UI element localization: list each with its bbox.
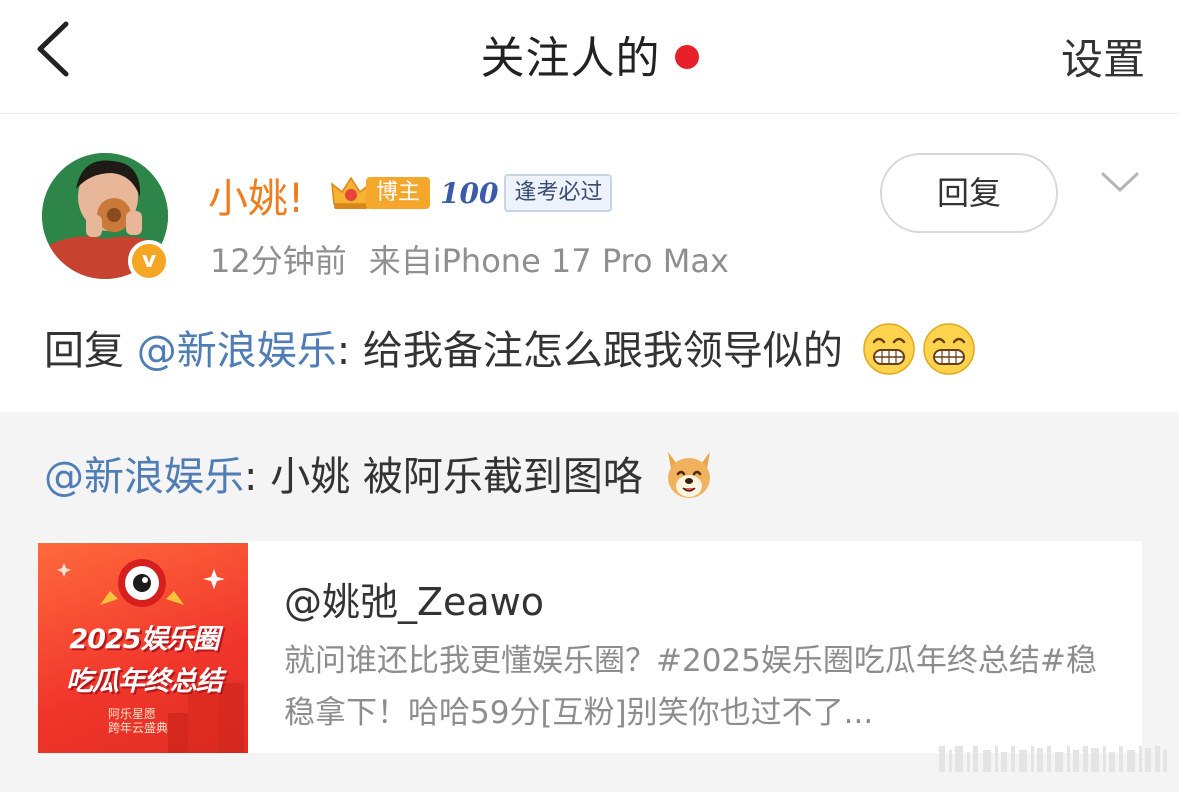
post-text: 回复 @新浪娱乐: 给我备注怎么跟我领导似的 (44, 318, 976, 380)
post-text-prefix: 回复 (44, 328, 137, 374)
chevron-down-icon[interactable] (1100, 170, 1140, 194)
thumb-title-line1: 2025娱乐圈 (69, 624, 219, 655)
watermark-barcode-icon (939, 746, 1167, 772)
repost-text: @新浪娱乐: 小姚 被阿乐截到图咯 (44, 444, 716, 506)
top-nav-bar: 关注人的 设置 (0, 0, 1179, 114)
blogger-badge-label: 博主 (366, 177, 431, 209)
thumb-subtitle-line1: 阿乐星愿 (108, 707, 157, 721)
mention-link[interactable]: @新浪娱乐 (137, 328, 337, 374)
thumb-subtitle-line2: 跨年云盛典 (108, 721, 169, 735)
thumb-subtitle: 阿乐星愿 跨年云盛典 (108, 707, 168, 735)
exam-badge-label: 逢考必过 (504, 174, 613, 212)
reply-button[interactable]: 回复 (880, 153, 1058, 233)
verified-icon: v (128, 240, 170, 282)
repost-mention-link[interactable]: @新浪娱乐 (44, 454, 244, 500)
exam-badge[interactable]: 100 逢考必过 (440, 172, 613, 214)
link-card[interactable]: 2025娱乐圈 吃瓜年终总结 阿乐星愿 跨年云盛典 @姚弛_Zeawo 就问谁还… (38, 541, 1142, 753)
page-title-label: 关注人的 (480, 33, 661, 84)
card-title: @姚弛_Zeawo (284, 580, 545, 624)
blogger-badge[interactable]: 博主 (330, 174, 431, 212)
grin-emoji-icon (922, 323, 975, 375)
card-thumbnail: 2025娱乐圈 吃瓜年终总结 阿乐星愿 跨年云盛典 (38, 543, 248, 753)
post-time: 12分钟前 (210, 242, 347, 280)
settings-button[interactable]: 设置 (1061, 26, 1145, 87)
username[interactable]: 小姚! (208, 166, 304, 224)
dog-emoji-icon (667, 452, 710, 498)
card-description: 就问谁还比我更懂娱乐圈？#2025娱乐圈吃瓜年终总结#稳稳拿下！哈哈59分[互粉… (284, 643, 1097, 731)
grin-emoji-icon (862, 323, 915, 375)
page-title[interactable]: 关注人的 (0, 22, 1179, 86)
unread-dot-icon (674, 45, 699, 69)
repost-text-body: : 小姚 被阿乐截到图咯 (244, 454, 643, 500)
thumb-title-line2: 吃瓜年终总结 (66, 666, 223, 697)
hundred-points-icon: 100 (440, 176, 499, 210)
post-source: 来自iPhone 17 Pro Max (368, 242, 729, 280)
post-meta: 12分钟前 来自iPhone 17 Pro Max (210, 236, 729, 282)
post-text-body: : 给我备注怎么跟我领导似的 (336, 328, 843, 374)
